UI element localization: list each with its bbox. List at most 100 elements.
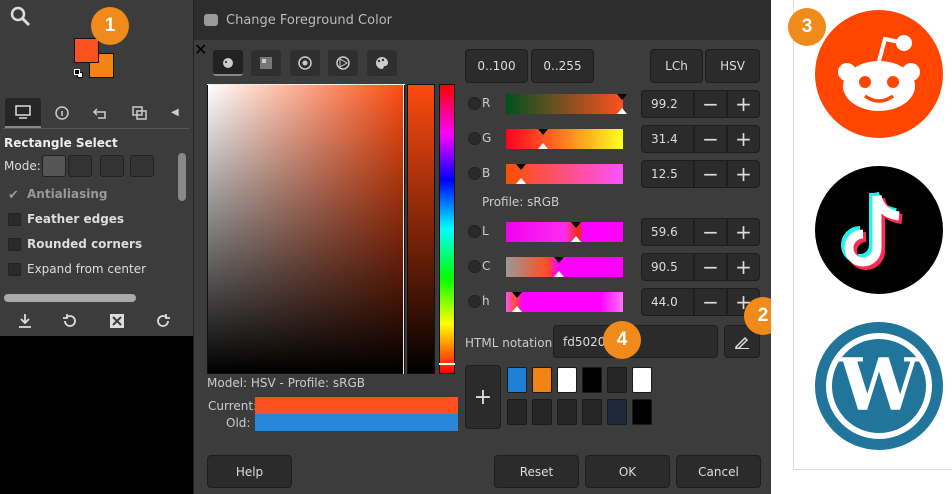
circle-icon xyxy=(298,56,312,70)
slider-marker xyxy=(538,143,548,149)
images-icon xyxy=(132,106,147,120)
color-history-swatch[interactable] xyxy=(507,399,527,425)
saturation-strip[interactable] xyxy=(407,84,435,374)
cmyk-selector-tab[interactable] xyxy=(251,50,281,76)
tab-menu-arrow-icon[interactable]: ◀ xyxy=(171,107,181,119)
restore-options-icon[interactable] xyxy=(61,312,79,330)
color-history-swatch[interactable] xyxy=(532,367,552,393)
channel-label: L xyxy=(482,224,489,238)
channel-slider[interactable] xyxy=(506,257,623,277)
color-history-swatch[interactable] xyxy=(632,399,652,425)
eyedropper-icon xyxy=(734,336,749,349)
channel-value-input[interactable]: 31.4 xyxy=(641,125,694,153)
dialog-title: Change Foreground Color xyxy=(226,12,392,28)
channel-value-input[interactable]: 90.5 xyxy=(641,253,694,281)
option-checkbox[interactable] xyxy=(8,238,21,251)
mode-add-button[interactable] xyxy=(68,155,92,177)
channel-radio-h[interactable] xyxy=(468,295,481,308)
gimp-logo-icon xyxy=(204,14,218,26)
channel-slider[interactable] xyxy=(506,292,623,312)
help-button[interactable]: Help xyxy=(207,455,292,488)
triangle-icon xyxy=(336,56,350,70)
channel-slider[interactable] xyxy=(506,129,623,149)
lch-button[interactable]: LCh xyxy=(650,49,703,83)
device-status-tab[interactable] xyxy=(44,98,80,128)
decrement-button[interactable]: − xyxy=(694,125,727,153)
channel-radio-l[interactable] xyxy=(468,225,481,238)
color-history-swatch[interactable] xyxy=(507,367,527,393)
color-history-swatch[interactable] xyxy=(582,367,602,393)
color-history-swatch[interactable] xyxy=(532,399,552,425)
option-checkbox[interactable] xyxy=(8,263,21,276)
option-checkbox[interactable]: ✔ xyxy=(8,188,21,203)
badge-3: 3 xyxy=(788,8,826,46)
channel-radio-g[interactable] xyxy=(468,132,481,145)
reset-options-icon[interactable] xyxy=(154,312,172,330)
current-color-swatch xyxy=(255,397,458,414)
foreground-color-swatch[interactable] xyxy=(74,38,99,63)
mode-intersect-button[interactable] xyxy=(130,155,154,177)
decrement-button[interactable]: − xyxy=(694,253,727,281)
wheel-selector-tab[interactable] xyxy=(328,50,358,76)
decrement-button[interactable]: − xyxy=(694,90,727,118)
mode-replace-button[interactable] xyxy=(42,155,66,177)
range-0-100-button[interactable]: 0..100 xyxy=(465,49,528,83)
dialog-titlebar: Change Foreground Color xyxy=(194,0,771,40)
old-color-swatch[interactable] xyxy=(255,414,458,431)
increment-button[interactable]: + xyxy=(727,160,760,188)
reset-button[interactable]: Reset xyxy=(494,455,579,488)
search-icon[interactable] xyxy=(10,6,32,28)
increment-button[interactable]: + xyxy=(727,90,760,118)
images-tab[interactable] xyxy=(122,98,158,128)
slider-marker xyxy=(538,129,548,135)
channel-radio-r[interactable] xyxy=(468,97,481,110)
increment-button[interactable]: + xyxy=(727,125,760,153)
decrement-button[interactable]: − xyxy=(694,160,727,188)
add-to-history-button[interactable]: + xyxy=(465,365,501,429)
reddit-logo-icon xyxy=(815,10,943,138)
decrement-button[interactable]: − xyxy=(694,288,727,316)
color-history-swatch[interactable] xyxy=(632,367,652,393)
option-label: Expand from center xyxy=(27,262,147,276)
option-label: Rounded corners xyxy=(27,237,143,251)
hue-strip[interactable] xyxy=(439,84,455,374)
decrement-button[interactable]: − xyxy=(694,218,727,246)
saturation-value-square[interactable] xyxy=(207,84,405,374)
reset-colors-icon[interactable] xyxy=(74,69,84,79)
increment-button[interactable]: + xyxy=(727,253,760,281)
increment-button[interactable]: + xyxy=(727,218,760,246)
palette-selector-tab[interactable] xyxy=(367,50,397,76)
channel-value-input[interactable]: 99.2 xyxy=(641,90,694,118)
watercolor-selector-tab[interactable] xyxy=(290,50,320,76)
scrollbar-horizontal[interactable] xyxy=(4,294,136,302)
channel-slider[interactable] xyxy=(506,222,623,242)
change-foreground-color-dialog: Change Foreground Color ✕ Model: HSV - P… xyxy=(193,0,771,494)
scrollbar-vertical[interactable] xyxy=(178,153,186,201)
option-checkbox[interactable] xyxy=(8,213,21,226)
slider-marker xyxy=(512,292,522,298)
channel-radio-c[interactable] xyxy=(468,260,481,273)
channel-value-input[interactable]: 44.0 xyxy=(641,288,694,316)
color-history-swatch[interactable] xyxy=(557,367,577,393)
mode-subtract-button[interactable] xyxy=(100,155,124,177)
color-history-swatch[interactable] xyxy=(607,399,627,425)
channel-value-input[interactable]: 59.6 xyxy=(641,218,694,246)
channel-radio-b[interactable] xyxy=(468,167,481,180)
gimp-selector-tab[interactable] xyxy=(213,50,243,76)
cancel-button[interactable]: Cancel xyxy=(676,455,761,488)
channel-value-input[interactable]: 12.5 xyxy=(641,160,694,188)
undo-history-tab[interactable] xyxy=(83,98,119,128)
tool-title: Rectangle Select xyxy=(4,136,118,150)
tool-options-tab[interactable] xyxy=(5,98,41,128)
save-options-icon[interactable] xyxy=(16,312,34,330)
color-history-swatch[interactable] xyxy=(582,399,602,425)
color-history-swatch[interactable] xyxy=(607,367,627,393)
hsv-button[interactable]: HSV xyxy=(705,49,760,83)
range-0-255-button[interactable]: 0..255 xyxy=(531,49,594,83)
ok-button[interactable]: OK xyxy=(585,455,670,488)
old-label: Old: xyxy=(226,416,251,430)
channel-slider[interactable] xyxy=(506,164,623,184)
color-history-swatch[interactable] xyxy=(557,399,577,425)
delete-options-icon[interactable] xyxy=(108,312,126,330)
channel-slider[interactable] xyxy=(506,94,627,114)
